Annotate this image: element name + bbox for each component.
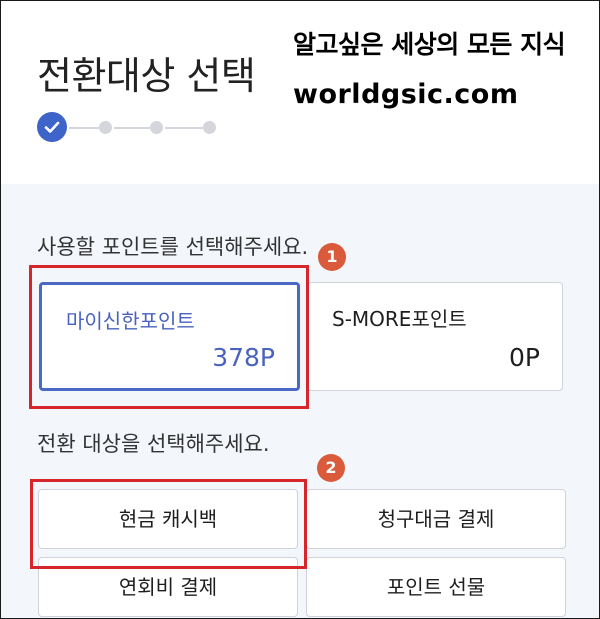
target-option-annual-fee[interactable]: 연회비 결제	[38, 557, 298, 617]
targets-section-label: 전환 대상을 선택해주세요.	[37, 432, 270, 456]
point-option-smore[interactable]: S-MORE포인트 0P	[307, 282, 563, 391]
point-option-value: 378P	[212, 343, 275, 372]
header: 전환대상 선택 알고싶은 세상의 모든 지식 worldgsic.com	[1, 1, 599, 184]
point-option-name: S-MORE포인트	[332, 307, 467, 331]
annotation-badge-1: 1	[318, 243, 346, 271]
target-option-cash-back[interactable]: 현금 캐시백	[38, 489, 298, 549]
step-connector	[114, 127, 150, 129]
point-option-value: 0P	[509, 343, 540, 372]
point-option-name: 마이신한포인트	[66, 309, 195, 333]
check-icon	[44, 121, 60, 133]
point-option-myshinhan[interactable]: 마이신한포인트 378P	[39, 282, 300, 391]
step-pending	[150, 121, 163, 134]
screen-frame: 전환대상 선택 알고싶은 세상의 모든 지식 worldgsic.com 사용할…	[0, 0, 600, 619]
watermark-line2: worldgsic.com	[293, 79, 519, 110]
page-title: 전환대상 선택	[37, 54, 256, 98]
watermark-line1: 알고싶은 세상의 모든 지식	[293, 30, 566, 59]
step-complete	[37, 112, 67, 142]
watermark: 알고싶은 세상의 모든 지식 worldgsic.com	[293, 25, 566, 110]
step-connector	[165, 127, 203, 129]
target-option-bill-payment[interactable]: 청구대금 결제	[306, 489, 566, 549]
step-pending	[99, 121, 112, 134]
progress-stepper	[37, 111, 237, 143]
annotation-badge-2: 2	[317, 454, 345, 482]
points-section-label: 사용할 포인트를 선택해주세요.	[37, 235, 309, 259]
step-pending	[203, 121, 216, 134]
target-option-point-gift[interactable]: 포인트 선물	[306, 557, 566, 617]
step-connector	[69, 127, 99, 129]
